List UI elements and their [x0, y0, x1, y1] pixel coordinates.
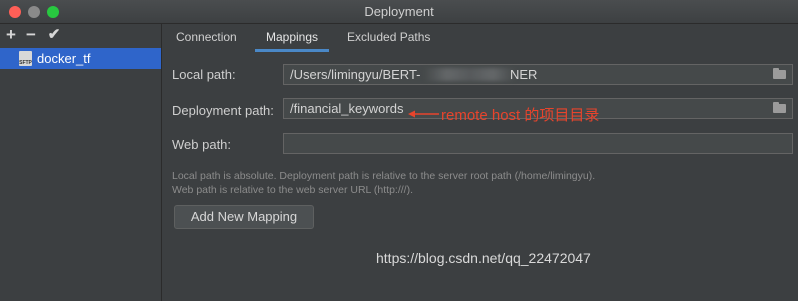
redacted-region: [424, 68, 516, 81]
tab-mappings[interactable]: Mappings: [255, 24, 330, 52]
path-hint-line-2: Web path is relative to the web server U…: [172, 184, 414, 196]
add-new-mapping-button[interactable]: Add New Mapping: [174, 205, 314, 229]
set-default-server-button[interactable]: ✔: [45, 25, 63, 45]
annotation-arrow-icon: [408, 110, 439, 118]
path-hint-line-1: Local path is absolute. Deployment path …: [172, 170, 596, 182]
remove-server-button[interactable]: −: [22, 25, 40, 45]
add-server-button[interactable]: +: [2, 25, 20, 45]
sftp-server-icon: SFTP: [19, 51, 32, 66]
deployment-path-label: Deployment path:: [172, 103, 274, 118]
local-path-field[interactable]: /Users/limingyu/BERT- NER: [283, 64, 793, 85]
title-bar: Deployment: [0, 0, 798, 24]
sftp-icon-label: SFTP: [19, 60, 32, 66]
web-path-field[interactable]: [283, 133, 793, 154]
watermark: https://blog.csdn.net/qq_22472047: [376, 250, 591, 266]
local-path-value: /Users/limingyu/BERT-: [290, 67, 421, 82]
web-path-label: Web path:: [172, 137, 232, 152]
server-item-docker-tf[interactable]: SFTP docker_tf: [0, 48, 161, 69]
annotation-text: remote host 的项目目录: [441, 107, 600, 124]
tab-connection[interactable]: Connection: [176, 24, 237, 52]
local-path-label: Local path:: [172, 67, 236, 82]
server-sidebar: + − ✔ SFTP docker_tf: [0, 24, 162, 301]
tab-excluded-paths[interactable]: Excluded Paths: [347, 24, 430, 52]
browse-folder-icon[interactable]: [773, 68, 786, 79]
sidebar-toolbar: + − ✔: [0, 24, 162, 46]
tab-bar: Connection Mappings Excluded Paths: [163, 24, 798, 52]
deployment-path-value: /financial_keywords: [290, 101, 404, 116]
browse-folder-icon[interactable]: [773, 102, 786, 113]
window-title: Deployment: [364, 4, 434, 19]
server-item-label: docker_tf: [37, 51, 91, 66]
local-path-value-tail: NER: [510, 67, 538, 82]
